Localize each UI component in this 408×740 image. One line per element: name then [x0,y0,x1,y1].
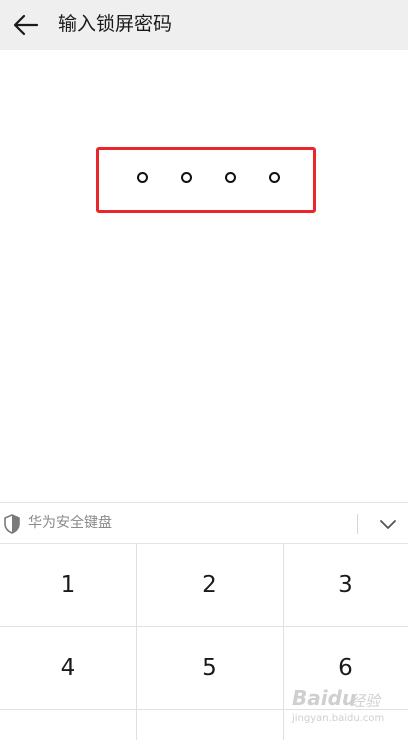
shield-icon [4,514,20,534]
pin-highlight-box [96,147,316,213]
pin-dots [99,150,313,210]
back-button[interactable] [6,5,46,45]
chevron-down-icon [380,520,396,529]
keypad-divider [136,544,137,740]
watermark: Baidu 经验 jingyan.baidu.com [292,686,402,732]
pin-dot [181,172,192,183]
arrow-left-icon [13,14,39,36]
key-2[interactable]: 2 [136,544,283,626]
pin-dot [225,172,236,183]
keyboard-label: 华为安全键盘 [28,515,112,531]
key-1[interactable]: 1 [0,544,136,626]
key-5[interactable]: 5 [136,627,283,709]
key-4[interactable]: 4 [0,627,136,709]
toolbar-divider [357,514,358,534]
keypad-divider [283,544,284,740]
watermark-brand: Baidu [292,686,357,710]
key-3[interactable]: 3 [283,544,408,626]
watermark-url: jingyan.baidu.com [292,713,385,724]
collapse-keyboard-button[interactable] [375,511,401,537]
pin-dot [269,172,280,183]
pin-entry-area [0,50,408,502]
keypad-divider [0,626,408,627]
watermark-cn: 经验 [350,692,381,710]
app-header: 输入锁屏密码 [0,0,408,50]
pin-dot [137,172,148,183]
keyboard-toolbar: 华为安全键盘 [0,502,408,544]
page-title: 输入锁屏密码 [58,13,173,35]
